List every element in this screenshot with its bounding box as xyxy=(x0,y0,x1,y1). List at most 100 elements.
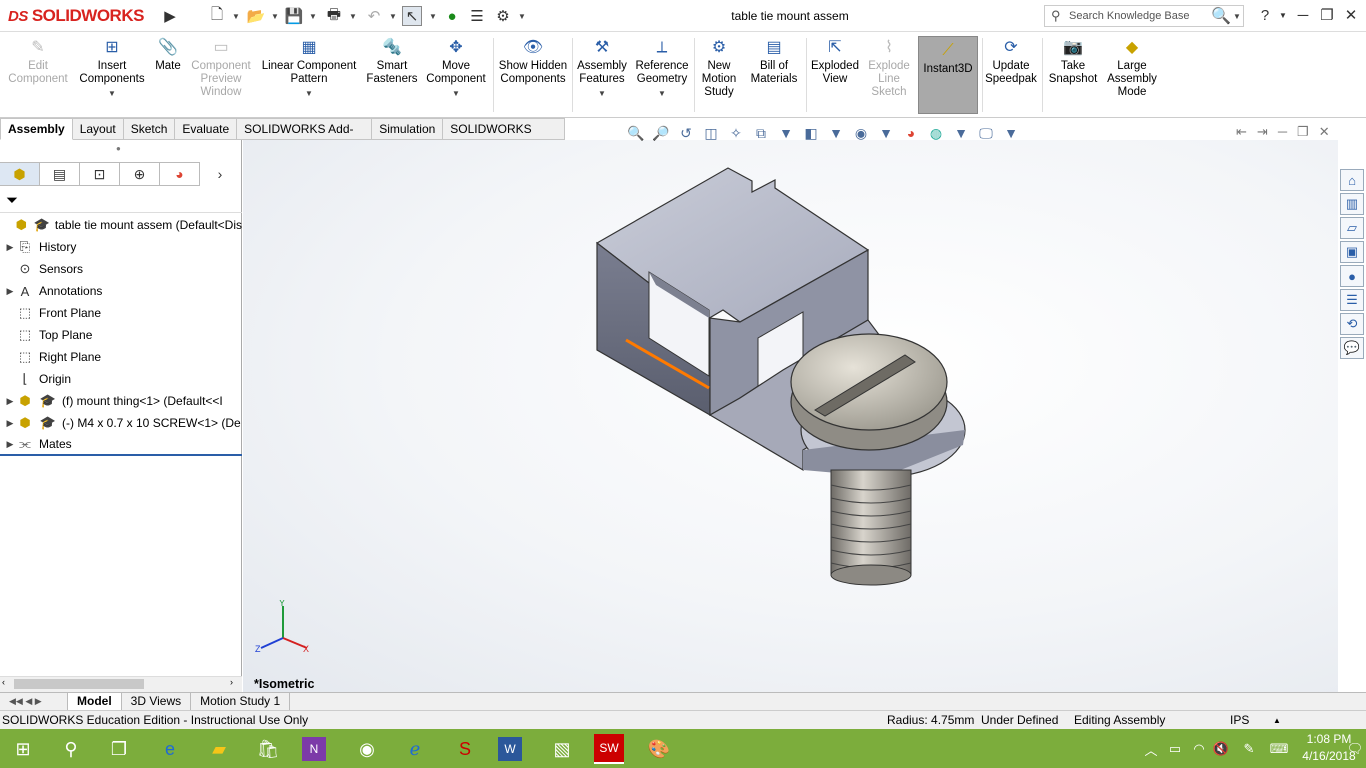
new-document-icon[interactable]: 🗋 xyxy=(207,6,227,26)
expand-arrow-icon[interactable]: ▶ xyxy=(4,439,16,450)
insert-components-button[interactable]: ⊞ Insert Components ▼ xyxy=(76,36,148,100)
tree-item-history[interactable]: ▶ ⎘ History xyxy=(0,236,242,258)
expand-menu-icon[interactable]: ▶ xyxy=(160,6,180,26)
instant3d-button[interactable]: ⟋ Instant3D xyxy=(918,36,978,114)
onenote-icon[interactable]: N xyxy=(302,737,326,761)
print-icon[interactable]: 🖶 xyxy=(324,6,344,26)
save-dropdown-icon[interactable]: ▼ xyxy=(303,6,323,26)
tree-item-front-plane[interactable]: ⬚ Front Plane xyxy=(0,302,242,324)
tree-item-mount-thing[interactable]: ▶ ⬢ 🎓 (f) mount thing<1> (Default<<I xyxy=(0,390,242,412)
zoom-to-fit-icon[interactable]: 🔍 xyxy=(625,123,647,143)
search-scope-icon[interactable]: ⚲ xyxy=(1051,8,1061,24)
solidworks-logo[interactable]: DS SOLIDWORKS xyxy=(8,4,144,28)
tab-model[interactable]: Model xyxy=(68,693,122,711)
options-gear-icon[interactable]: ⚙ xyxy=(493,6,513,26)
open-icon[interactable]: 📂 xyxy=(246,6,266,26)
appearances-icon[interactable]: ● xyxy=(1340,265,1364,287)
component-preview-button[interactable]: ▭ Component Preview Window xyxy=(188,36,254,99)
taskbar-search-icon[interactable]: ⚲ xyxy=(56,734,86,764)
model-render[interactable] xyxy=(243,140,1338,692)
undo-icon[interactable]: ↶ xyxy=(364,6,384,26)
expand-arrow-icon[interactable]: ▶ xyxy=(4,242,16,253)
chevron-down-icon[interactable]: ▼ xyxy=(875,123,897,143)
solidworks-forum-icon[interactable]: ⟲ xyxy=(1340,313,1364,335)
dynamic-annotation-icon[interactable]: ✧ xyxy=(725,123,747,143)
taskbar-clock[interactable]: 1:08 PM 4/16/2018 xyxy=(1296,731,1362,765)
section-view-icon[interactable]: ◫ xyxy=(700,123,722,143)
close-button[interactable]: ✕ xyxy=(1338,4,1364,28)
solidworks-2017-icon[interactable]: SW xyxy=(594,734,624,764)
word-icon[interactable]: W xyxy=(498,737,522,761)
mate-button[interactable]: 📎 Mate xyxy=(150,36,186,73)
undo-dropdown-icon[interactable]: ▼ xyxy=(383,6,403,26)
paint-icon[interactable]: 🎨 xyxy=(644,734,674,764)
tab-addins[interactable]: SOLIDWORKS Add-Ins xyxy=(237,118,373,156)
chevron-down-icon[interactable]: ▼ xyxy=(305,87,313,100)
file-explorer-icon[interactable]: ▱ xyxy=(1340,217,1364,239)
tree-item-sensors[interactable]: ⊙ Sensors xyxy=(0,258,242,280)
expand-arrow-icon[interactable]: ▶ xyxy=(4,286,16,297)
viewport-minimize-icon[interactable]: ─ xyxy=(1278,124,1287,140)
move-component-button[interactable]: ✥ Move Component ▼ xyxy=(422,36,490,100)
view-palette-icon[interactable]: ▣ xyxy=(1340,241,1364,263)
chevron-down-icon[interactable]: ▼ xyxy=(108,87,116,100)
tab-motion-study[interactable]: Motion Study 1 xyxy=(191,693,291,711)
windows-start-icon[interactable]: ⊞ xyxy=(8,734,38,764)
units-dropdown-icon[interactable]: ▲ xyxy=(1273,716,1281,725)
previous-view-icon[interactable]: ↺ xyxy=(675,123,697,143)
store-icon[interactable]: 🛍 xyxy=(253,734,283,764)
task-view-icon[interactable]: ❐ xyxy=(104,734,134,764)
feature-manager-tab-icon[interactable]: ⬢ xyxy=(0,162,40,186)
property-manager-tab-icon[interactable]: ▤ xyxy=(40,162,80,186)
tree-item-screw[interactable]: ▶ ⬢ 🎓 (-) M4 x 0.7 x 10 SCREW<1> (De xyxy=(0,412,242,434)
dimxpert-tab-icon[interactable]: ⊕ xyxy=(120,162,160,186)
edit-component-button[interactable]: ✎ Edit Component xyxy=(4,36,72,86)
new-dropdown-icon[interactable]: ▼ xyxy=(226,6,246,26)
collapse-right-icon[interactable]: ⇥ xyxy=(1257,124,1268,140)
new-motion-study-button[interactable]: ⚙ New Motion Study xyxy=(696,36,742,99)
view-settings-icon[interactable]: 🖵 xyxy=(975,123,997,143)
view-orientation-icon[interactable]: ⧉ xyxy=(750,123,772,143)
tab-assembly[interactable]: Assembly xyxy=(0,118,73,140)
chevron-down-icon[interactable]: ▼ xyxy=(950,123,972,143)
tree-item-right-plane[interactable]: ⬚ Right Plane xyxy=(0,346,242,368)
chevron-down-icon[interactable]: ▼ xyxy=(1000,123,1022,143)
pen-icon[interactable]: ✎ xyxy=(1234,734,1264,764)
tree-item-top-plane[interactable]: ⬚ Top Plane xyxy=(0,324,242,346)
chat-icon[interactable]: 💬 xyxy=(1340,337,1364,359)
tab-scroll-arrows-icon[interactable]: ◀◀ ◀ ▶ ▶▶ xyxy=(0,693,68,723)
select-pointer-icon[interactable]: ↖ xyxy=(402,6,422,26)
open-dropdown-icon[interactable]: ▼ xyxy=(265,6,285,26)
tab-simulation[interactable]: Simulation xyxy=(372,118,444,140)
graphics-area[interactable]: Y X Z xyxy=(243,140,1338,692)
exploded-view-button[interactable]: ⇱ Exploded View xyxy=(808,36,862,86)
take-snapshot-button[interactable]: 📷 Take Snapshot xyxy=(1046,36,1100,86)
edit-appearance-icon[interactable]: ◕ xyxy=(900,123,922,143)
more-tabs-icon[interactable]: › xyxy=(200,162,240,186)
explode-line-sketch-button[interactable]: ⌇ Explode Line Sketch xyxy=(864,36,914,99)
viewport-close-icon[interactable]: ✕ xyxy=(1319,124,1330,140)
reference-geometry-button[interactable]: ⟂ Reference Geometry ▼ xyxy=(632,36,692,100)
expand-arrow-icon[interactable]: ▶ xyxy=(4,396,16,407)
scroll-left-icon[interactable]: ‹ xyxy=(2,677,5,687)
search-dropdown-icon[interactable]: ▼ xyxy=(1233,12,1241,21)
minimize-button[interactable]: ─ xyxy=(1290,4,1316,28)
display-manager-tab-icon[interactable]: ◕ xyxy=(160,162,200,186)
file-properties-icon[interactable]: ☰ xyxy=(467,6,487,26)
tab-3d-views[interactable]: 3D Views xyxy=(122,693,192,711)
file-explorer-icon[interactable]: ▰ xyxy=(204,734,234,764)
rebuild-icon[interactable]: ● xyxy=(442,6,462,26)
edge-browser-icon[interactable]: e xyxy=(155,734,185,764)
assembly-features-button[interactable]: ⚒ Assembly Features ▼ xyxy=(574,36,630,100)
keyboard-icon[interactable]: ⌨ xyxy=(1264,734,1294,764)
search-icon[interactable]: 🔍 xyxy=(1211,6,1231,26)
smart-fasteners-button[interactable]: 🔩 Smart Fasteners xyxy=(364,36,420,86)
print-dropdown-icon[interactable]: ▼ xyxy=(343,6,363,26)
chevron-down-icon[interactable]: ▼ xyxy=(825,123,847,143)
expand-arrow-icon[interactable]: ▶ xyxy=(4,418,16,429)
apply-scene-icon[interactable]: ◍ xyxy=(925,123,947,143)
chrome-icon[interactable]: ◉ xyxy=(352,734,382,764)
configuration-manager-tab-icon[interactable]: ⊡ xyxy=(80,162,120,186)
pane-grip-icon[interactable]: ● xyxy=(116,144,121,153)
chevron-down-icon[interactable]: ▼ xyxy=(598,87,606,100)
